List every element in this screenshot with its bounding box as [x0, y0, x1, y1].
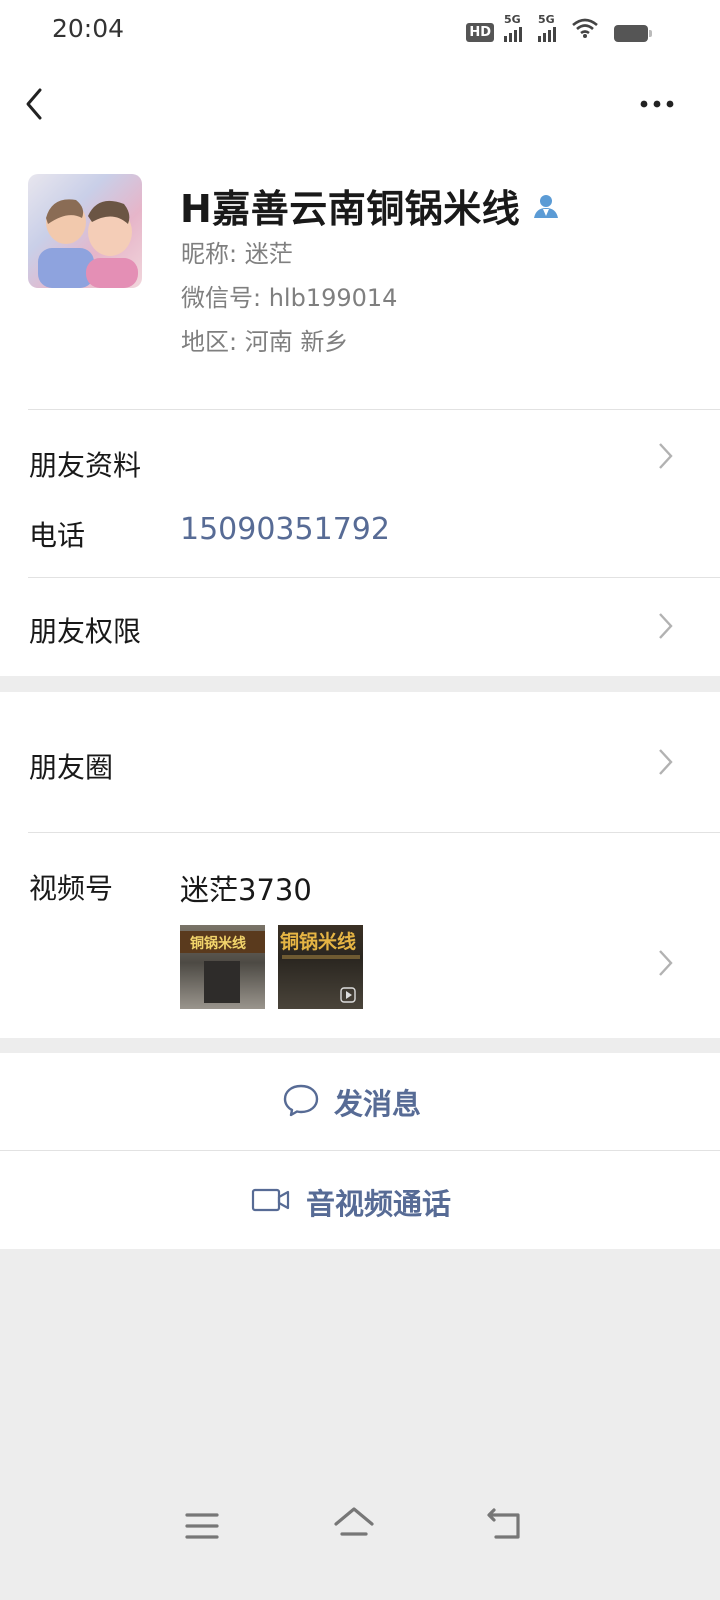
hd-icon: HD — [466, 23, 494, 42]
status-icons: HD 5G 5G — [466, 13, 652, 42]
moments-label: 朋友圈 — [29, 751, 114, 784]
battery-icon — [614, 25, 652, 42]
friend-profile-label: 朋友资料 — [29, 449, 142, 482]
send-message-label: 发消息 — [334, 1087, 422, 1121]
more-button[interactable] — [636, 90, 680, 118]
video-call-button[interactable]: 音视频通话 — [0, 1151, 720, 1249]
home-icon[interactable] — [332, 1504, 376, 1548]
chevron-right-icon — [656, 608, 676, 652]
wifi-icon — [572, 18, 598, 42]
play-icon — [340, 987, 356, 1007]
profile-region: 地区: 河南 新乡 — [181, 328, 349, 356]
friend-permissions-row[interactable]: 朋友权限 — [0, 578, 720, 676]
profile-name-row: H嘉善云南铜锅米线 — [180, 178, 560, 233]
video-call-label: 音视频通话 — [306, 1187, 452, 1221]
chevron-right-icon — [656, 438, 676, 482]
avatar[interactable] — [28, 174, 142, 288]
send-message-button[interactable]: 发消息 — [0, 1053, 720, 1150]
thumbnail-caption: 铜锅米线 — [190, 936, 246, 952]
video-camera-icon — [250, 1185, 292, 1219]
video-call-content: 音视频通话 — [250, 1181, 451, 1223]
profile-name: H嘉善云南铜锅米线 — [180, 187, 521, 231]
moments-section: 朋友圈 视频号 迷茫3730 铜锅米线 铜锅米线 — [0, 692, 720, 1038]
profile-nickname: 昵称: 迷茫 — [181, 240, 293, 268]
back-button[interactable] — [20, 84, 60, 124]
info-section: 朋友资料 电话 15090351792 朋友权限 — [0, 410, 720, 676]
back-chevron-icon — [26, 88, 42, 120]
menu-icon[interactable] — [184, 1510, 220, 1546]
channel-thumbnail[interactable]: 铜锅米线 — [180, 925, 265, 1009]
moments-row[interactable]: 朋友圈 — [0, 692, 720, 832]
status-time: 20:04 — [52, 14, 125, 43]
system-nav-bar — [0, 1490, 720, 1562]
phone-row[interactable]: 电话 15090351792 — [0, 504, 720, 568]
channel-thumbnail[interactable]: 铜锅米线 — [278, 925, 363, 1009]
channels-row[interactable]: 视频号 迷茫3730 铜锅米线 铜锅米线 — [0, 833, 720, 1038]
thumbnail-caption: 铜锅米线 — [280, 931, 357, 953]
channels-name: 迷茫3730 — [180, 873, 312, 907]
profile-header: H嘉善云南铜锅米线 昵称: 迷茫 微信号: hlb199014 地区: 河南 新… — [0, 62, 720, 412]
chevron-right-icon — [656, 744, 676, 788]
friend-permissions-label: 朋友权限 — [29, 615, 142, 648]
5g-signal-icon: 5G — [538, 13, 556, 42]
chevron-right-icon — [656, 945, 676, 989]
status-bar: 20:04 HD 5G 5G — [0, 0, 720, 62]
person-badge-icon — [532, 192, 560, 224]
5g-signal-icon: 5G — [504, 13, 522, 42]
friend-profile-row[interactable]: 朋友资料 — [0, 410, 720, 510]
profile-wechat-id[interactable]: 微信号: hlb199014 — [181, 278, 397, 313]
channels-label: 视频号 — [29, 872, 114, 905]
chat-bubble-icon — [282, 1082, 320, 1122]
send-message-content: 发消息 — [282, 1081, 421, 1123]
more-dots-icon — [640, 100, 674, 108]
back-icon[interactable] — [484, 1506, 524, 1548]
phone-value[interactable]: 15090351792 — [180, 512, 390, 547]
phone-label: 电话 — [29, 519, 86, 552]
